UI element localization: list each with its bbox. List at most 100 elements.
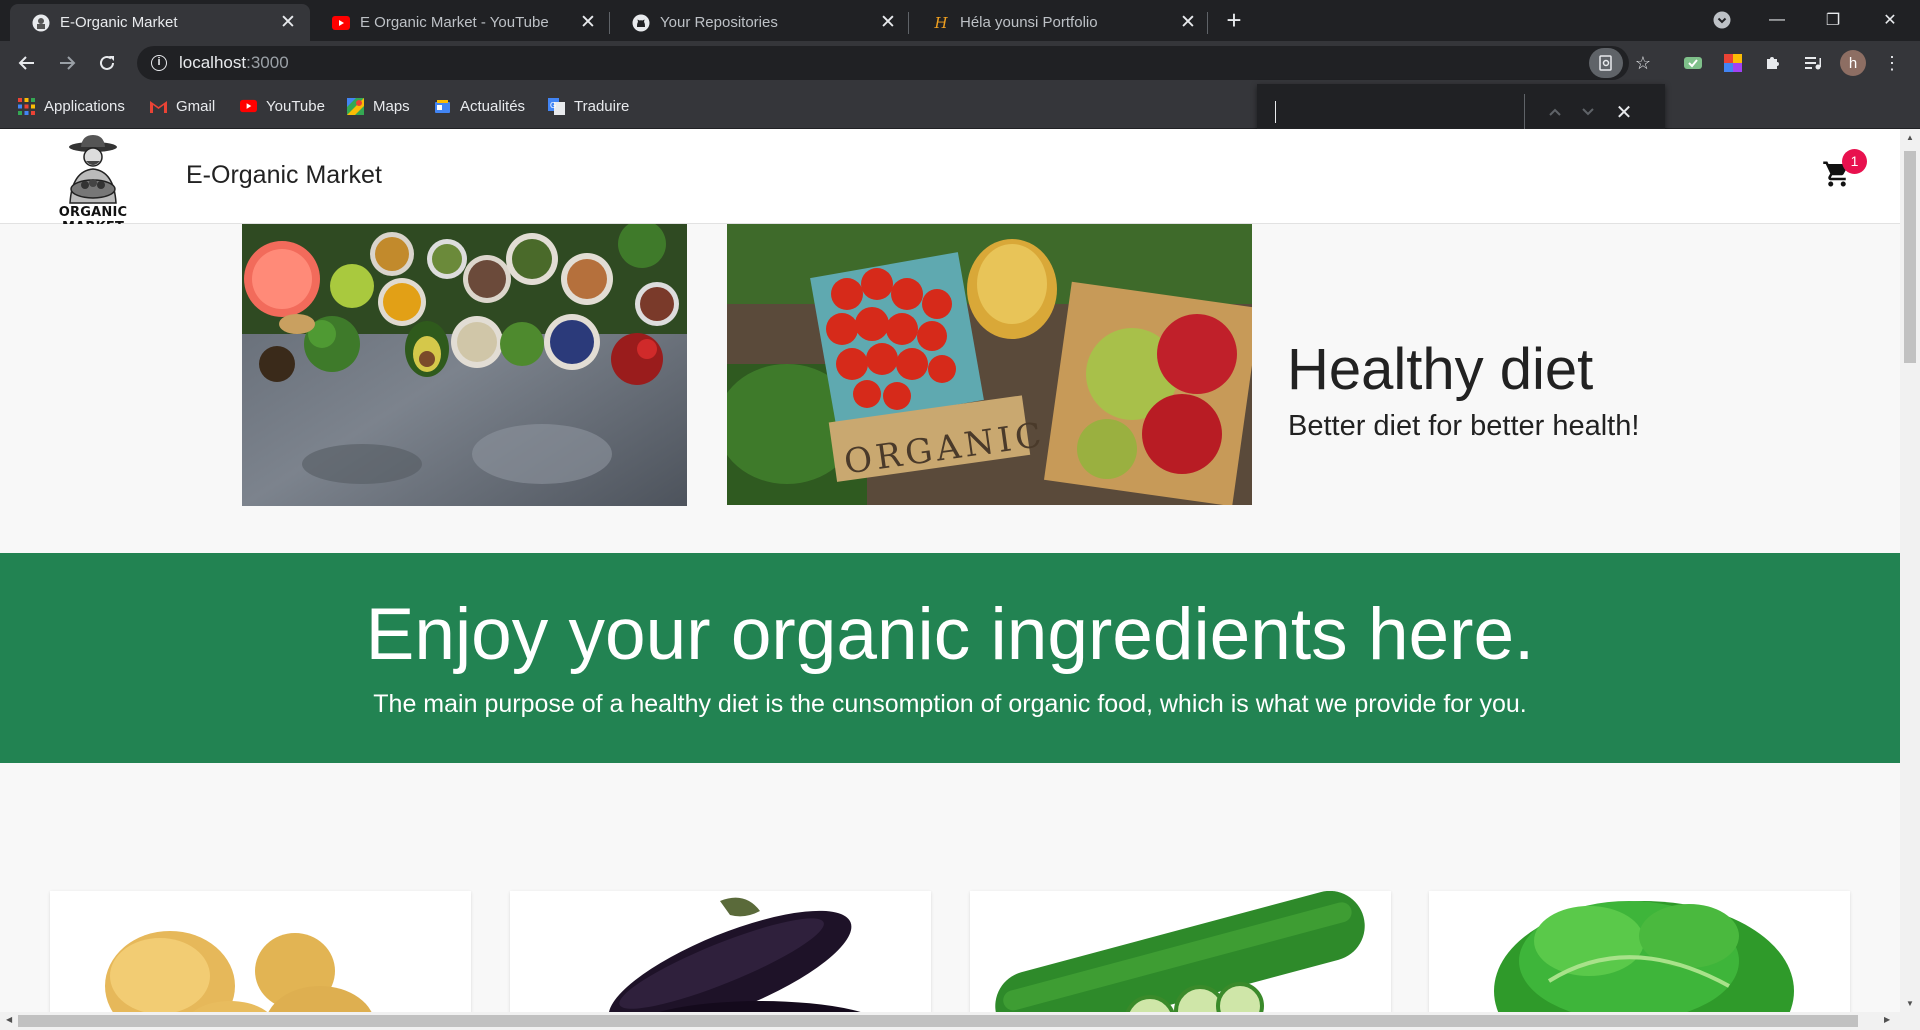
hero-section: ORGANIC Healthy diet Better diet for bet… — [0, 224, 1900, 553]
find-next-button[interactable] — [1575, 99, 1601, 125]
chevron-down-circle-icon — [1713, 11, 1731, 29]
farmer-logo-icon — [69, 135, 117, 204]
site-logo[interactable]: ORGANIC MARKET — [30, 133, 156, 235]
portfolio-icon: H — [934, 13, 948, 32]
tab-divider — [1207, 12, 1208, 34]
hero-image-organic-basket: ORGANIC — [727, 224, 1252, 505]
scroll-up-arrow-icon[interactable]: ▲ — [1906, 133, 1914, 142]
restore-button[interactable]: ❐ — [1819, 6, 1847, 34]
tab-portfolio[interactable]: H Héla younsi Portfolio ✕ — [910, 4, 1210, 41]
find-divider — [1524, 94, 1525, 130]
bookmark-youtube[interactable]: YouTube — [240, 94, 325, 118]
bookmark-gmail[interactable]: Gmail — [150, 94, 215, 118]
product-grid — [0, 763, 1900, 1012]
url-host: localhost — [179, 53, 247, 72]
bookmark-label: Traduire — [574, 97, 630, 115]
extensions-puzzle-icon[interactable] — [1759, 49, 1787, 77]
scroll-left-arrow-icon[interactable]: ◀ — [6, 1015, 12, 1024]
horizontal-scroll-thumb[interactable] — [18, 1015, 1858, 1027]
product-card-cucumber[interactable] — [970, 891, 1391, 1012]
text-caret — [1275, 101, 1276, 123]
bookmark-label: Applications — [44, 97, 125, 115]
close-tab-icon[interactable]: ✕ — [578, 12, 598, 33]
find-close-icon[interactable]: ✕ — [1611, 99, 1637, 125]
vertical-scroll-thumb[interactable] — [1904, 151, 1916, 363]
bookmark-label: Gmail — [176, 97, 216, 115]
scroll-right-arrow-icon[interactable]: ▶ — [1884, 1015, 1890, 1024]
site-info-icon[interactable]: i — [151, 55, 167, 71]
bookmark-traduire[interactable]: G Traduire — [548, 94, 629, 118]
page-viewport: ORGANIC MARKET E-Organic Market 1 — [0, 129, 1900, 1012]
forward-button[interactable] — [53, 49, 81, 77]
horizontal-scrollbar[interactable]: ◀ ▶ — [0, 1012, 1920, 1030]
bookmark-label: YouTube — [266, 97, 325, 115]
tab-title: Héla younsi Portfolio — [960, 14, 1098, 31]
url-port: :3000 — [246, 53, 289, 72]
kebab-menu-icon[interactable]: ⋮ — [1878, 49, 1906, 77]
tab-youtube[interactable]: E Organic Market - YouTube ✕ — [310, 4, 610, 41]
svg-text:G: G — [550, 101, 556, 110]
youtube-icon — [240, 99, 257, 112]
site-title[interactable]: E-Organic Market — [186, 161, 382, 190]
media-controls-icon[interactable] — [1799, 49, 1827, 77]
banner-subtitle: The main purpose of a healthy diet is th… — [373, 690, 1527, 718]
minimize-button[interactable]: — — [1763, 6, 1791, 34]
bookmark-maps[interactable]: Maps — [347, 94, 410, 118]
banner-title: Enjoy your organic ingredients here. — [365, 594, 1535, 675]
product-card-lettuce[interactable] — [1429, 891, 1850, 1012]
product-card-potatoes[interactable] — [50, 891, 471, 1012]
github-icon — [632, 14, 650, 32]
arrow-right-icon — [60, 56, 76, 70]
find-in-page-icon[interactable] — [1589, 48, 1623, 78]
new-tab-button[interactable]: + — [1222, 7, 1246, 33]
site-favicon-icon — [32, 14, 50, 32]
tab-e-organic-market[interactable]: E-Organic Market ✕ — [10, 4, 310, 41]
scroll-down-arrow-icon[interactable]: ▼ — [1906, 999, 1914, 1008]
cart-count-badge: 1 — [1842, 149, 1867, 174]
tab-search-button[interactable] — [1708, 6, 1736, 34]
youtube-icon — [332, 14, 350, 32]
profile-avatar[interactable]: h — [1839, 49, 1867, 77]
bookmark-star-icon[interactable]: ☆ — [1629, 49, 1657, 77]
tab-title: Your Repositories — [660, 14, 778, 31]
news-icon — [435, 99, 450, 113]
gmail-icon — [150, 100, 167, 113]
back-button[interactable] — [13, 49, 41, 77]
tab-divider — [908, 12, 909, 34]
close-tab-icon[interactable]: ✕ — [278, 12, 298, 33]
apps-grid-icon — [18, 97, 35, 115]
avatar: h — [1840, 50, 1866, 76]
bookmark-actualites[interactable]: Actualités — [434, 94, 525, 118]
cucumber-image — [995, 891, 1365, 1012]
arrow-left-icon — [18, 56, 34, 70]
chevron-down-icon — [1582, 108, 1594, 116]
close-window-button[interactable]: ✕ — [1876, 6, 1904, 34]
hero-title: Healthy diet — [1287, 337, 1594, 402]
translate-icon: G — [548, 97, 565, 115]
extension-color-icon[interactable] — [1719, 49, 1747, 77]
find-previous-button[interactable] — [1542, 99, 1568, 125]
tab-strip: E-Organic Market ✕ E Organic Market - Yo… — [0, 0, 1920, 41]
close-tab-icon[interactable]: ✕ — [1178, 12, 1198, 33]
eggplant-image — [608, 897, 861, 1012]
lettuce-image — [1494, 901, 1794, 1012]
extension-check-icon[interactable] — [1679, 49, 1707, 77]
chevron-up-icon — [1549, 108, 1561, 116]
tab-github[interactable]: Your Repositories ✕ — [610, 4, 910, 41]
find-input[interactable] — [1271, 94, 1531, 130]
vertical-scrollbar[interactable]: ▲ ▼ — [1900, 129, 1920, 1012]
product-card-eggplant[interactable] — [510, 891, 931, 1012]
reload-icon — [100, 55, 114, 70]
browser-toolbar: i localhost:3000 ☆ h ⋮ — [0, 41, 1920, 84]
close-tab-icon[interactable]: ✕ — [878, 12, 898, 33]
maps-icon — [347, 97, 364, 115]
hero-image-healthy-food — [242, 224, 687, 506]
bookmark-applications[interactable]: Applications — [18, 94, 125, 118]
promo-banner: Enjoy your organic ingredients here. The… — [0, 553, 1900, 763]
tab-title: E-Organic Market — [60, 14, 178, 31]
site-header: ORGANIC MARKET E-Organic Market 1 — [0, 129, 1900, 235]
potatoes-image — [105, 931, 372, 1012]
reload-button[interactable] — [93, 49, 121, 77]
address-bar[interactable]: i localhost:3000 — [137, 46, 1629, 80]
tab-title: E Organic Market - YouTube — [360, 14, 549, 31]
